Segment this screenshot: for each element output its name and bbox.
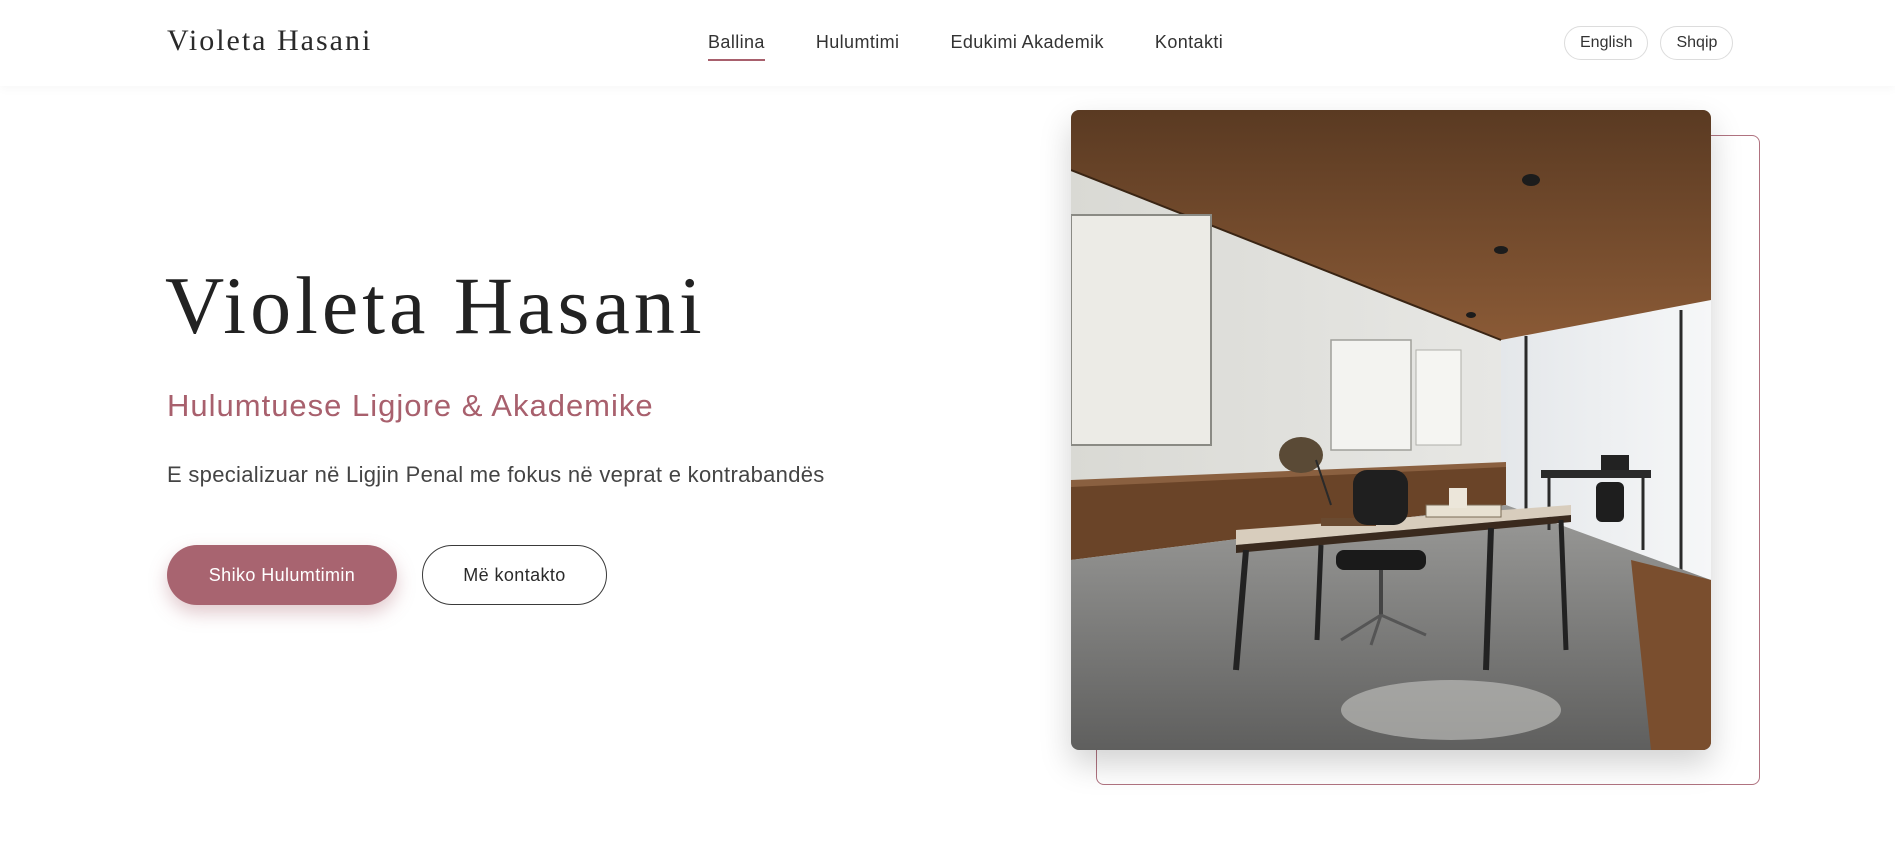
view-research-button[interactable]: Shiko Hulumtimin <box>167 545 397 605</box>
nav-kontakti[interactable]: Kontakti <box>1155 32 1223 61</box>
hero-role: Hulumtuese Ligjore & Akademike <box>167 388 654 423</box>
contact-me-button[interactable]: Më kontakto <box>422 545 607 605</box>
nav-hulumtimi[interactable]: Hulumtimi <box>816 32 900 61</box>
site-header: Violeta Hasani Ballina Hulumtimi Edukimi… <box>0 0 1895 86</box>
language-switcher: English Shqip <box>1564 26 1734 60</box>
nav-edukimi-akademik[interactable]: Edukimi Akademik <box>950 32 1103 61</box>
hero-name: Violeta Hasani <box>165 260 706 351</box>
main-nav: Ballina Hulumtimi Edukimi Akademik Konta… <box>708 32 1223 61</box>
nav-ballina[interactable]: Ballina <box>708 32 765 61</box>
office-photo <box>1071 110 1711 750</box>
hero-description: E specializuar në Ligjin Penal me fokus … <box>167 462 825 487</box>
lang-shqip-button[interactable]: Shqip <box>1660 26 1734 60</box>
lang-english-button[interactable]: English <box>1564 26 1649 60</box>
brand-logo[interactable]: Violeta Hasani <box>167 24 372 58</box>
